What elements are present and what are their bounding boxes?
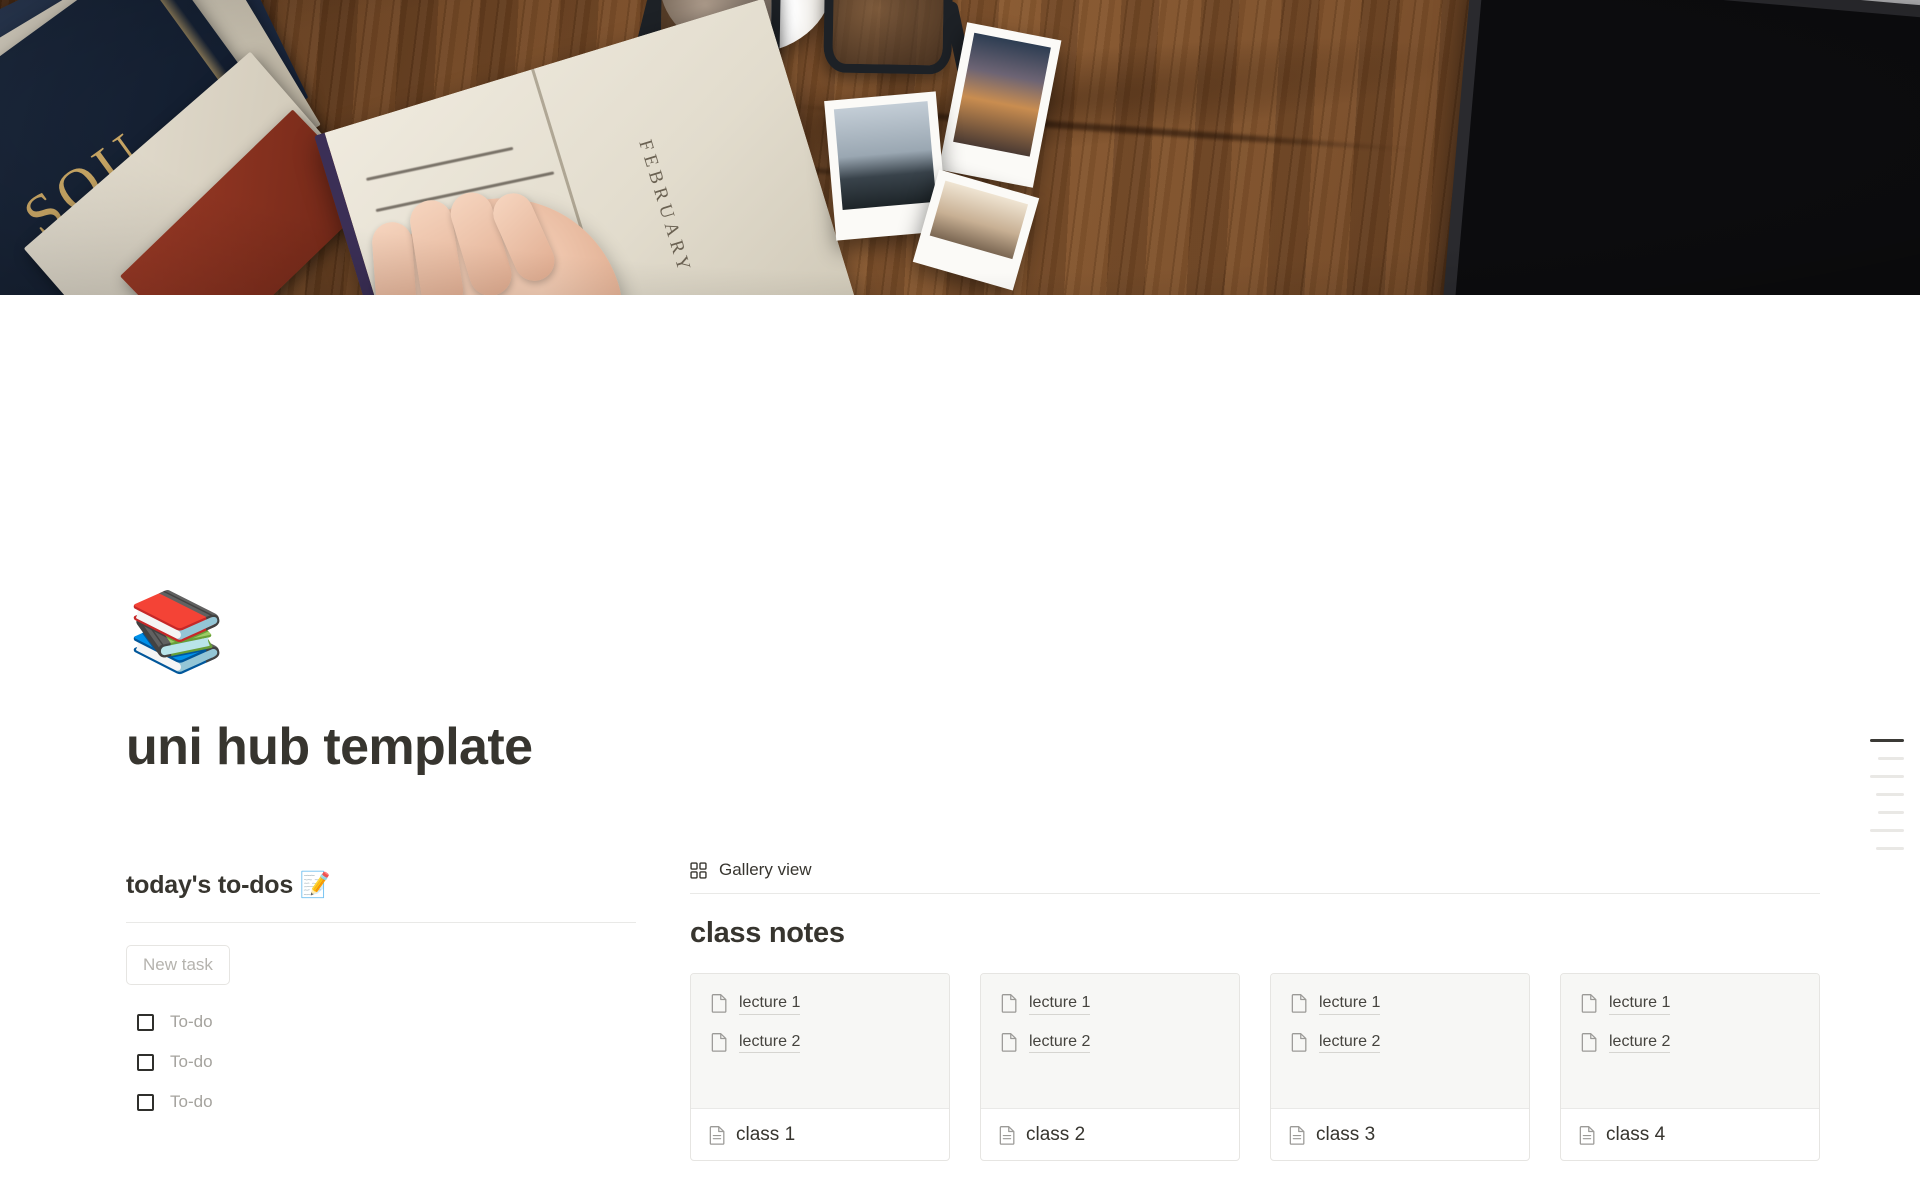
document-icon	[1579, 1125, 1596, 1145]
cover-image[interactable]: SOU NIKITA GILL FEBRUARY	[0, 0, 1920, 295]
divider	[690, 893, 1820, 894]
toc-line[interactable]	[1878, 811, 1904, 814]
document-icon	[709, 1125, 726, 1145]
card-link-row[interactable]: lecture 2	[711, 1031, 929, 1054]
card-link-label[interactable]: lecture 1	[1319, 992, 1381, 1015]
card-preview: lecture 1 lecture 2	[691, 974, 949, 1108]
card-link-label[interactable]: lecture 1	[739, 992, 801, 1015]
todo-item[interactable]: To-do	[126, 1002, 636, 1042]
toc-line[interactable]	[1870, 829, 1904, 832]
todo-label[interactable]: To-do	[170, 1052, 213, 1072]
card-link-row[interactable]: lecture 1	[1291, 992, 1509, 1015]
card-link-label[interactable]: lecture 2	[1029, 1031, 1091, 1054]
document-icon	[711, 993, 728, 1014]
card-footer[interactable]: class 3	[1271, 1108, 1529, 1160]
gallery-card[interactable]: lecture 1 lecture 2	[1270, 973, 1530, 1161]
card-link-row[interactable]: lecture 2	[1001, 1031, 1219, 1054]
page-icon-books-emoji[interactable]: 📚	[128, 592, 225, 670]
card-link-label[interactable]: lecture 1	[1609, 992, 1671, 1015]
card-footer[interactable]: class 1	[691, 1108, 949, 1160]
gallery-view-tab[interactable]: Gallery view	[690, 860, 1820, 893]
todo-label[interactable]: To-do	[170, 1092, 213, 1112]
document-icon	[1289, 1125, 1306, 1145]
document-icon	[1001, 993, 1018, 1014]
card-link-label[interactable]: lecture 2	[739, 1031, 801, 1054]
gallery-card[interactable]: lecture 1 lecture 2	[690, 973, 950, 1161]
card-link-row[interactable]: lecture 1	[1581, 992, 1799, 1015]
gallery-view-label: Gallery view	[719, 860, 812, 879]
card-link-row[interactable]: lecture 2	[1581, 1031, 1799, 1054]
card-link-label[interactable]: lecture 2	[1609, 1031, 1671, 1054]
card-preview: lecture 1 lecture 2	[1561, 974, 1819, 1108]
todo-item[interactable]: To-do	[126, 1082, 636, 1122]
card-link-label[interactable]: lecture 1	[1029, 992, 1091, 1015]
calendar-header: July 2024	[126, 1195, 466, 1199]
gallery-cards-grid: lecture 1 lecture 2 class 1 lecture 1 le…	[690, 973, 1820, 1161]
todo-item[interactable]: To-do	[126, 1042, 636, 1082]
page-title[interactable]: uni hub template	[126, 718, 533, 776]
toc-line[interactable]	[1876, 793, 1904, 796]
document-icon	[1581, 993, 1598, 1014]
document-icon	[1291, 1032, 1308, 1052]
gallery-card[interactable]: lecture 1 lecture 2	[980, 973, 1240, 1161]
card-preview: lecture 1 lecture 2	[981, 974, 1239, 1108]
checkbox-icon[interactable]	[137, 1093, 154, 1111]
document-icon	[999, 1125, 1016, 1145]
card-title[interactable]: class 1	[736, 1124, 795, 1146]
checkbox-icon[interactable]	[137, 1013, 154, 1031]
grid-2x2-icon	[690, 861, 707, 879]
card-link-row[interactable]: lecture 1	[1001, 992, 1219, 1015]
gallery-card[interactable]: lecture 1 lecture 2	[1560, 973, 1820, 1161]
card-title[interactable]: class 4	[1606, 1124, 1665, 1146]
checkbox-icon[interactable]	[137, 1053, 154, 1071]
document-icon	[711, 1032, 728, 1052]
cover-vignette	[0, 0, 1920, 295]
calendar-widget: July 2024 S M T W T F S 30 1 2 3 4 5 6 7…	[126, 1195, 466, 1199]
todos-column: today's to-dos 📝 New task To-do To-do To…	[126, 871, 636, 1122]
toc-line[interactable]	[1878, 757, 1904, 760]
document-icon	[1581, 1032, 1598, 1052]
cover-photo: SOU NIKITA GILL FEBRUARY	[0, 0, 1920, 295]
toc-line[interactable]	[1876, 847, 1904, 850]
new-task-button[interactable]: New task	[126, 945, 230, 985]
card-footer[interactable]: class 2	[981, 1108, 1239, 1160]
todo-label[interactable]: To-do	[170, 1012, 213, 1032]
document-icon	[1291, 993, 1308, 1014]
toc-line[interactable]	[1870, 775, 1904, 778]
card-title[interactable]: class 2	[1026, 1124, 1085, 1146]
card-footer[interactable]: class 4	[1561, 1108, 1819, 1160]
card-link-row[interactable]: lecture 1	[711, 992, 929, 1015]
class-notes-database: Gallery view class notes lecture 1 lectu…	[690, 860, 1820, 1161]
card-preview: lecture 1 lecture 2	[1271, 974, 1529, 1108]
todos-heading[interactable]: today's to-dos 📝	[126, 871, 636, 900]
card-title[interactable]: class 3	[1316, 1124, 1375, 1146]
card-link-label[interactable]: lecture 2	[1319, 1031, 1381, 1054]
document-icon	[1001, 1032, 1018, 1052]
card-link-row[interactable]: lecture 2	[1291, 1031, 1509, 1054]
divider	[126, 922, 636, 923]
toc-line-active[interactable]	[1870, 739, 1904, 742]
database-title[interactable]: class notes	[690, 917, 1820, 950]
table-of-contents-rail[interactable]	[1870, 739, 1904, 850]
